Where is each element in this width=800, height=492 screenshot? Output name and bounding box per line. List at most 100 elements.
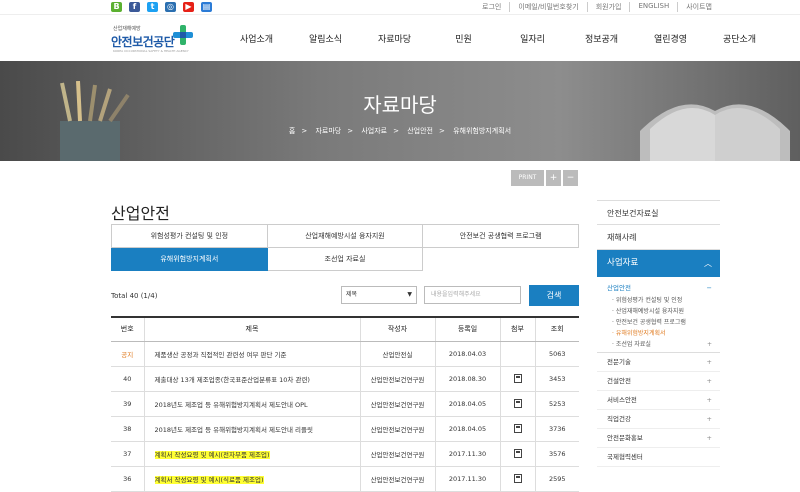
- sidebar-item-label: 전문기술: [607, 358, 631, 366]
- row-number: 38: [111, 416, 144, 442]
- page-title: 산업안전: [111, 204, 170, 223]
- signup-link[interactable]: 회원가입: [586, 2, 630, 12]
- table-row[interactable]: 36 계획서 작성요령 및 예시(식료품 제조업) 산업안전보건연구원 2017…: [111, 466, 579, 492]
- column-header-views: 조회: [534, 317, 579, 342]
- sidebar-subitem[interactable]: · 산업재해예방시설 융자지원: [607, 306, 720, 317]
- twitter-icon[interactable]: t: [147, 2, 158, 12]
- nav-item-civil[interactable]: 민원: [429, 32, 498, 45]
- search-select-value: 제목: [346, 291, 358, 298]
- sidebar-subitem[interactable]: · 조선업 자료실 +: [607, 339, 720, 350]
- top-utility-bar: B f t ◎ ▶ ▤ 로그인 이메일/비밀번호찾기 회원가입 ENGLISH …: [0, 0, 800, 14]
- sidebar-item-occupational-health[interactable]: 직업건강 +: [597, 410, 720, 429]
- file-download-icon[interactable]: [513, 399, 522, 408]
- table-row[interactable]: 37 계획서 작성요령 및 예시(전자부품 제조업) 산업안전보건연구원 201…: [111, 441, 579, 467]
- breadcrumb-home[interactable]: 홈: [289, 127, 295, 135]
- zoom-in-button[interactable]: +: [546, 170, 561, 186]
- hero-title: 자료마당: [363, 93, 437, 117]
- sidebar-item-business-data[interactable]: 사업자료 ︿: [597, 250, 720, 277]
- sidebar-subitem-active[interactable]: · 유해위험방지계획서: [607, 328, 720, 339]
- table-row[interactable]: 공지 제품생산 공정과 직접적인 관련성 여부 판단 기준 산업안전실 2018…: [111, 341, 579, 367]
- breadcrumb-current: 유해위험방지계획서: [453, 127, 512, 135]
- nav-item-about[interactable]: 공단소개: [705, 32, 774, 45]
- row-author: 산업안전보건연구원: [359, 466, 435, 492]
- row-author: 산업안전보건연구원: [359, 416, 435, 442]
- login-link[interactable]: 로그인: [474, 2, 509, 12]
- table-row[interactable]: 38 2018년도 제조업 등 유해위험방지계획서 제도안내 리플릿 산업안전보…: [111, 416, 579, 442]
- row-title-link[interactable]: 제출대상 13개 제조업종(한국표준산업분류표 10차 관련): [143, 366, 360, 392]
- facebook-icon[interactable]: f: [129, 2, 140, 12]
- breadcrumb-business-data[interactable]: 사업자료: [361, 127, 387, 135]
- search-button[interactable]: 검색: [529, 285, 579, 306]
- sitemap-link[interactable]: 사이트맵: [677, 2, 720, 12]
- book-icon[interactable]: ▤: [201, 2, 212, 12]
- row-attachment: [499, 366, 535, 392]
- sidebar-item-accident-cases[interactable]: 재해사례: [597, 225, 720, 250]
- file-download-icon[interactable]: [513, 474, 522, 483]
- sidebar-item-safety-data[interactable]: 안전보건자료실: [597, 200, 720, 225]
- tab-risk-assessment[interactable]: 위험성평가 컨설팅 및 인정: [111, 224, 268, 248]
- file-download-icon[interactable]: [513, 424, 522, 433]
- expand-icon: +: [706, 358, 712, 366]
- row-attachment: [499, 466, 535, 492]
- sidebar-item-service-safety[interactable]: 서비스안전 +: [597, 391, 720, 410]
- sidebar-item-label: 건설안전: [607, 377, 631, 385]
- nav-item-resources[interactable]: 자료마당: [360, 32, 429, 45]
- find-account-link[interactable]: 이메일/비밀번호찾기: [509, 2, 586, 12]
- sidebar-item-label: 국제협력센터: [607, 453, 643, 461]
- column-header-date: 등록일: [434, 317, 500, 342]
- row-date: 2017.11.30: [434, 466, 500, 492]
- row-author: 산업안전실: [359, 341, 435, 367]
- tab-cooperation-program[interactable]: 안전보건 공생협력 프로그램: [422, 224, 579, 248]
- sidebar-group-industrial-safety[interactable]: 산업안전 −: [607, 281, 720, 295]
- breadcrumb-separator-icon: >: [347, 127, 354, 135]
- tab-hazard-prevention-plan[interactable]: 유해위험방지계획서: [111, 247, 268, 271]
- zoom-out-button[interactable]: −: [563, 170, 578, 186]
- file-download-icon[interactable]: [513, 374, 522, 383]
- logo-name: 안전보건공단: [111, 35, 175, 49]
- row-title-link[interactable]: 계획서 작성요령 및 예시(식료품 제조업): [154, 475, 264, 484]
- tab-shipbuilding[interactable]: 조선업 자료실: [266, 247, 424, 271]
- sidebar-item-culture-promotion[interactable]: 안전문화홍보 +: [597, 429, 720, 448]
- blog-icon[interactable]: B: [111, 2, 122, 12]
- row-title-link[interactable]: 2018년도 제조업 등 유해위험방지계획서 제도안내 OPL: [143, 391, 360, 417]
- search-field-select[interactable]: 제목 ▼: [341, 286, 417, 304]
- site-logo[interactable]: 산업재해예방 안전보건공단 KOREA OCCUPATIONAL SAFETY …: [111, 21, 201, 55]
- nav-item-news[interactable]: 알림소식: [291, 32, 360, 45]
- nav-item-management[interactable]: 열린경영: [636, 32, 705, 45]
- table-row[interactable]: 40 제출대상 13개 제조업종(한국표준산업분류표 10차 관련) 산업안전보…: [111, 366, 579, 392]
- row-attachment: [499, 441, 535, 467]
- chevron-up-icon: ︿: [704, 259, 712, 268]
- nav-item-disclosure[interactable]: 정보공개: [567, 32, 636, 45]
- row-title-link[interactable]: 제품생산 공정과 직접적인 관련성 여부 판단 기준: [143, 341, 360, 367]
- sidebar-subitem[interactable]: · 안전보건 공생협력 프로그램: [607, 317, 720, 328]
- instagram-icon[interactable]: ◎: [165, 2, 176, 12]
- breadcrumb-resources[interactable]: 자료마당: [315, 127, 341, 135]
- row-number: 36: [111, 466, 144, 492]
- table-row[interactable]: 39 2018년도 제조업 등 유해위험방지계획서 제도안내 OPL 산업안전보…: [111, 391, 579, 417]
- sidebar-item-construction[interactable]: 건설안전 +: [597, 372, 720, 391]
- sidebar-item-international[interactable]: 국제협력센터: [597, 448, 720, 467]
- expand-icon: +: [706, 341, 712, 348]
- sidebar-submenu: 산업안전 − · 위험성평가 컨설팅 및 인정 · 산업재해예방시설 융자지원 …: [597, 277, 720, 353]
- file-download-icon[interactable]: [513, 449, 522, 458]
- expand-icon: +: [706, 377, 712, 385]
- breadcrumb-separator-icon: >: [439, 127, 445, 135]
- search-input[interactable]: 내용을입력해주세요: [424, 286, 521, 304]
- english-link[interactable]: ENGLISH: [629, 2, 677, 12]
- sidebar-subitem[interactable]: · 위험성평가 컨설팅 및 인정: [607, 295, 720, 306]
- column-header-title: 제목: [143, 317, 360, 342]
- breadcrumb-industrial-safety[interactable]: 산업안전: [407, 127, 433, 135]
- sidebar-subitem-label: 위험성평가 컨설팅 및 인정: [615, 297, 683, 304]
- print-button[interactable]: PRINT: [511, 170, 544, 186]
- row-title-link[interactable]: 계획서 작성요령 및 예시(전자부품 제조업): [154, 450, 270, 459]
- nav-item-jobs[interactable]: 일자리: [498, 32, 567, 45]
- tab-empty-cell: [422, 247, 579, 271]
- board-table: 번호 제목 작성자 등록일 첨부 조회 공지 제품생산 공정과 직접적인 관련성…: [111, 316, 579, 492]
- youtube-icon[interactable]: ▶: [183, 2, 194, 12]
- row-title-link[interactable]: 2018년도 제조업 등 유해위험방지계획서 제도안내 리플릿: [143, 416, 360, 442]
- nav-item-business[interactable]: 사업소개: [222, 32, 291, 45]
- tab-facility-loan[interactable]: 산업재해예방시설 융자지원: [266, 224, 424, 248]
- sidebar-item-technical[interactable]: 전문기술 +: [597, 353, 720, 372]
- row-views: 2595: [534, 466, 579, 492]
- breadcrumb: 홈 > 자료마당 > 사업자료 > 산업안전 > 유해위험방지계획서: [0, 126, 800, 136]
